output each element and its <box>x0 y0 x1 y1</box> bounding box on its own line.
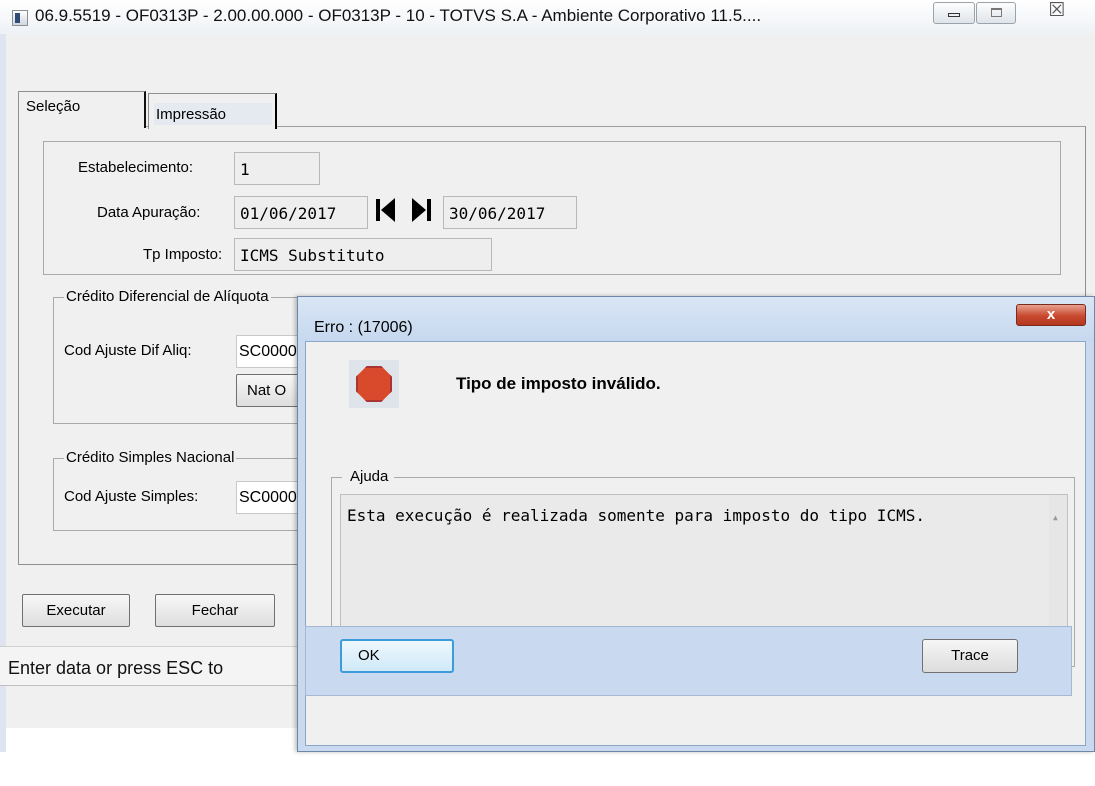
close-icon: x <box>1046 306 1056 323</box>
data-fim-field[interactable]: 30/06/2017 <box>443 196 577 229</box>
maximize-button[interactable] <box>976 2 1016 24</box>
simples-group-title: Crédito Simples Nacional <box>64 449 237 466</box>
fechar-button[interactable]: Fechar <box>155 594 275 627</box>
title-bar[interactable]: 06.9.5519 - OF0313P - 2.00.00.000 - OF03… <box>0 0 1095 34</box>
minimize-button[interactable] <box>933 2 975 24</box>
error-dialog: Erro : (17006) x Tipo de imposto inválid… <box>297 296 1095 752</box>
estabelecimento-field[interactable]: 1 <box>234 152 320 185</box>
executar-button[interactable]: Executar <box>22 594 130 627</box>
close-icon: ☒ <box>1048 0 1066 21</box>
close-button[interactable]: ☒ <box>1030 0 1084 24</box>
data-inicio-field[interactable]: 01/06/2017 <box>234 196 368 229</box>
tab-label: Seleção <box>26 98 81 115</box>
stop-icon <box>349 360 399 408</box>
maximize-icon <box>990 8 1002 17</box>
cod-ajuste-simples-label: Cod Ajuste Simples: <box>64 488 199 505</box>
trace-button[interactable]: Trace <box>922 639 1018 673</box>
status-bar: Enter data or press ESC to <box>0 646 300 686</box>
tab-impressao[interactable]: Impressão <box>148 93 277 129</box>
estabelecimento-label: Estabelecimento: <box>78 159 194 176</box>
dialog-title: Erro : (17006) <box>314 319 413 336</box>
dialog-close-button[interactable]: x <box>1016 304 1086 326</box>
cod-ajuste-dif-label: Cod Ajuste Dif Aliq: <box>64 342 192 359</box>
next-period-button[interactable] <box>410 196 432 226</box>
help-group-title: Ajuda <box>342 468 395 485</box>
tab-selecao[interactable]: Seleção <box>18 91 146 128</box>
window-title: 06.9.5519 - OF0313P - 2.00.00.000 - OF03… <box>35 6 762 25</box>
background <box>6 728 306 786</box>
help-text: Esta execução é realizada somente para i… <box>347 506 925 525</box>
tp-imposto-label: Tp Imposto: <box>143 246 223 263</box>
ok-button[interactable]: OK <box>340 639 454 673</box>
dialog-footer: OK Trace <box>305 626 1072 696</box>
difal-group-title: Crédito Diferencial de Alíquota <box>64 288 271 305</box>
app-icon[interactable] <box>12 10 28 26</box>
tp-imposto-field[interactable]: ICMS Substituto <box>234 238 492 271</box>
data-apuracao-label: Data Apuração: <box>97 204 201 221</box>
error-message: Tipo de imposto inválido. <box>456 374 661 393</box>
tab-label: Impressão <box>154 103 272 125</box>
minimize-icon <box>948 13 960 17</box>
previous-period-button[interactable] <box>375 196 397 226</box>
dialog-title-bar[interactable]: Erro : (17006) x <box>298 297 1094 341</box>
